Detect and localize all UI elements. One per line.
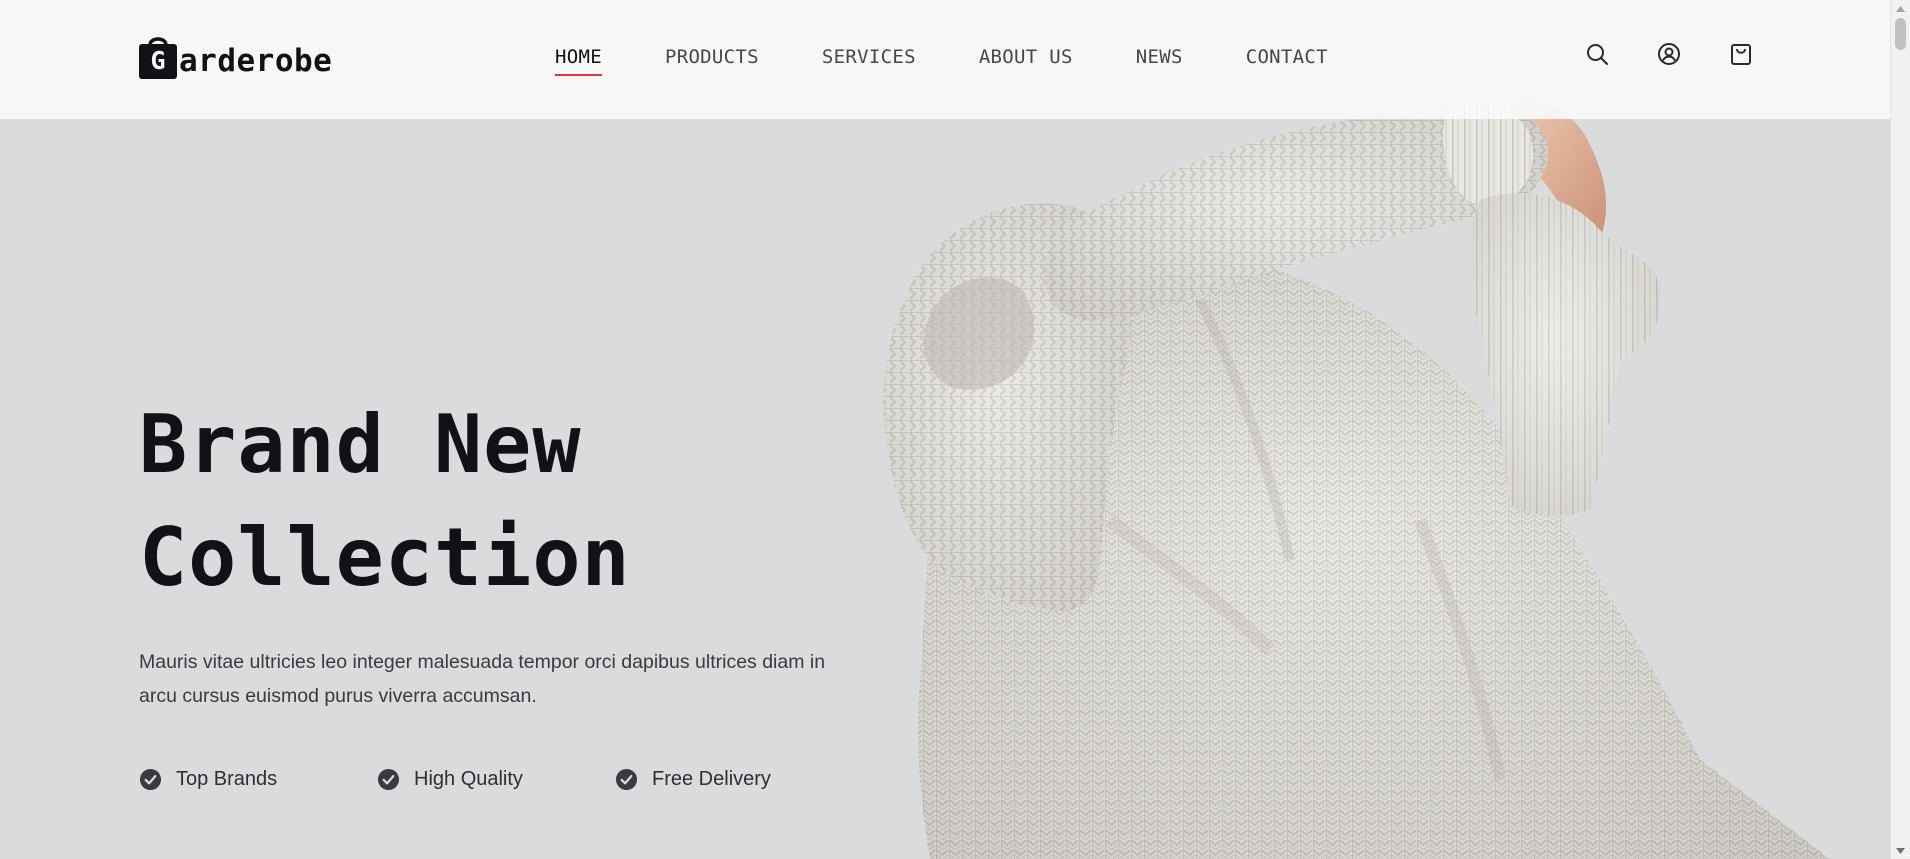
feature-label: Free Delivery <box>652 768 771 790</box>
feature-label: High Quality <box>414 768 523 790</box>
hero-title-line-2: Collection <box>139 511 631 604</box>
nav-item-label: SERVICES <box>821 46 916 68</box>
search-icon[interactable] <box>1585 42 1609 66</box>
feature-label: Top Brands <box>176 768 278 790</box>
nav-item-label: ABOUT US <box>978 46 1073 68</box>
shopping-bag-icon[interactable] <box>1729 42 1753 66</box>
nav-item-services[interactable]: SERVICES <box>822 44 916 70</box>
feature-item: High Quality <box>377 768 615 791</box>
header-actions <box>1585 42 1753 66</box>
nav-item-label: PRODUCTS <box>664 46 759 68</box>
nav-item-label: HOME <box>555 46 602 68</box>
hero-section: Brand New Collection Mauris vitae ultric… <box>139 388 899 791</box>
nav-item-about-us[interactable]: ABOUT US <box>979 44 1073 70</box>
nav-item-contact[interactable]: CONTACT <box>1246 44 1328 70</box>
nav-item-home[interactable]: HOME <box>555 44 602 76</box>
nav-item-label: NEWS <box>1135 46 1183 68</box>
main-nav: HOME PRODUCTS SERVICES ABOUT US NEWS CON… <box>555 44 1328 76</box>
feature-item: Top Brands <box>139 768 377 791</box>
nav-item-label: CONTACT <box>1245 46 1328 68</box>
scroll-down-icon[interactable] <box>1891 842 1910 859</box>
hero-description: Mauris vitae ultricies leo integer males… <box>139 651 826 707</box>
feature-item: Free Delivery <box>615 768 853 791</box>
check-circle-icon <box>377 768 400 791</box>
active-underline <box>555 74 602 76</box>
hero-title-line-1: Brand New <box>139 398 582 491</box>
check-circle-icon <box>615 768 638 791</box>
nav-item-products[interactable]: PRODUCTS <box>665 44 759 70</box>
account-icon[interactable] <box>1657 42 1681 66</box>
hero-title: Brand New Collection <box>139 388 899 614</box>
logo-letter: G <box>150 46 166 75</box>
check-circle-icon <box>139 768 162 791</box>
scroll-up-icon[interactable] <box>1891 0 1910 17</box>
scrollbar-thumb[interactable] <box>1895 18 1906 50</box>
nav-item-news[interactable]: NEWS <box>1136 44 1183 70</box>
brand-logo[interactable]: G arderobe <box>139 33 332 79</box>
page: G arderobe HOME PRODUCTS SERVICES ABOUT … <box>0 0 1910 859</box>
site-header: G arderobe HOME PRODUCTS SERVICES ABOUT … <box>0 0 1890 119</box>
feature-list: Top Brands High Quality Free Delivery <box>139 768 899 791</box>
logo-bag-icon: G <box>139 33 177 79</box>
logo-text: arderobe <box>179 43 333 79</box>
vertical-scrollbar[interactable] <box>1890 0 1910 859</box>
